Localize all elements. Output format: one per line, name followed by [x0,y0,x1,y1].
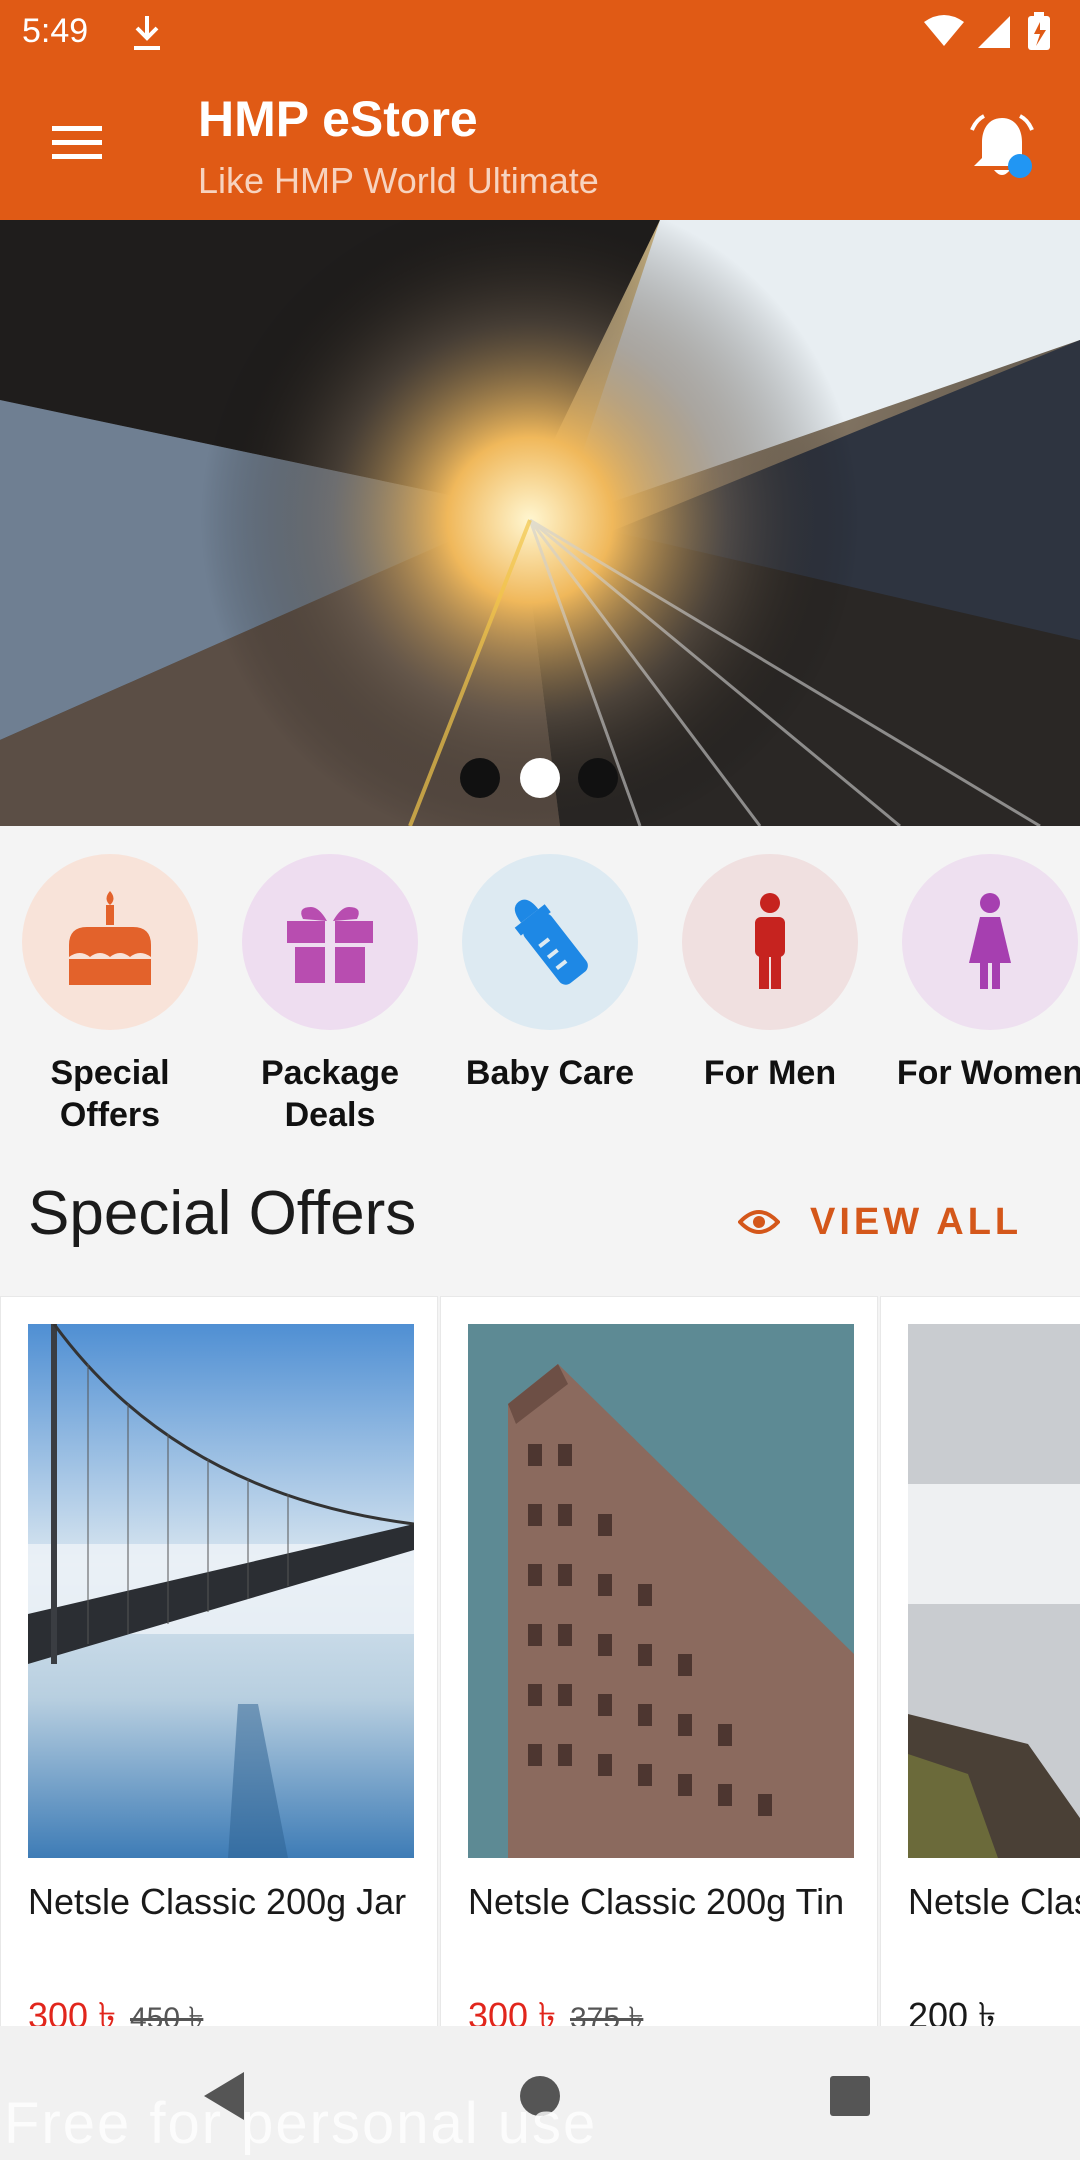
category-list: Special Offers Package Deals Baby Care F… [0,826,1080,1146]
product-old-price: 375 ৳ [570,2002,644,2026]
app-title: HMP eStore [198,91,478,147]
category-for-men[interactable]: For Men [675,854,865,1094]
category-circle [242,854,418,1030]
product-name: Netsle Classic 200g Tin [468,1881,845,1922]
status-bar: 5:49 [0,0,1080,66]
category-label: Special Offers [50,1054,170,1134]
category-baby-care[interactable]: Baby Care [455,854,645,1094]
app-subtitle: Like HMP World Ultimate [198,160,599,201]
slider-dots[interactable] [460,758,620,800]
system-status-icons [924,12,1050,50]
gift-icon [287,907,373,983]
hero-image [0,220,1080,826]
category-circle [22,854,198,1030]
woman-icon [969,893,1011,989]
product-price-row: 300 ৳ 375 ৳ [468,1989,643,2026]
section-title: Special Offers [28,1179,417,1248]
status-time: 5:49 [22,12,89,50]
product-image [908,1324,1080,1858]
product-price: 300 ৳ [28,1995,116,2026]
product-name: Netsle Classic 200g Jar [28,1881,407,1922]
category-package-deals[interactable]: Package Deals [235,854,425,1136]
product-image [468,1324,854,1858]
product-image [28,1324,414,1858]
watermark-text: Free for personal use [4,2091,598,2156]
baby-bottle-icon [514,899,588,985]
view-all-label: VIEW ALL [810,1200,1023,1243]
wifi-icon [924,15,964,46]
slider-dot-3[interactable] [578,758,618,798]
signal-icon [978,16,1010,48]
product-price: 200 ৳ [908,1995,996,2026]
man-icon [755,893,785,989]
product-card[interactable]: Netsle Classic 200g Tin 300 ৳ 375 ৳ [440,1296,878,2026]
hero-slider[interactable] [0,220,1080,826]
product-price: 300 ৳ [468,1995,556,2026]
slider-dot-1[interactable] [460,758,500,798]
category-label: Package Deals [261,1054,399,1134]
bell-icon[interactable] [964,110,1040,186]
category-special-offers[interactable]: Special Offers [15,854,205,1136]
category-for-women[interactable]: For Women [895,854,1080,1094]
product-price-row: 300 ৳ 450 ৳ [28,1989,203,2026]
eye-icon [738,1210,780,1234]
category-circle [682,854,858,1030]
product-name: Netsle Classic 200g Tin [908,1881,1080,1922]
product-card[interactable]: Netsle Classic 200g Tin 200 ৳ [880,1296,1080,2026]
product-price-row: 200 ৳ [908,1989,996,2026]
slider-dot-2-active[interactable] [520,758,560,798]
download-icon [134,16,160,50]
hamburger-menu-icon[interactable] [42,114,112,170]
app-bar: HMP eStore Like HMP World Ultimate [0,66,1080,220]
category-circle [462,854,638,1030]
recents-icon[interactable] [820,2066,880,2126]
product-card[interactable]: Netsle Classic 200g Jar 300 ৳ 450 ৳ [0,1296,438,2026]
category-label: Baby Care [465,1054,635,1092]
category-label: For Women [896,1054,1080,1092]
product-carousel[interactable]: Netsle Classic 200g Jar 300 ৳ 450 ৳ Nets… [0,1296,1080,2026]
product-old-price: 450 ৳ [130,2002,204,2026]
cake-icon [69,891,151,985]
view-all-button[interactable]: VIEW ALL [738,1192,1022,1252]
category-label: For Men [703,1054,837,1092]
category-circle [902,854,1078,1030]
